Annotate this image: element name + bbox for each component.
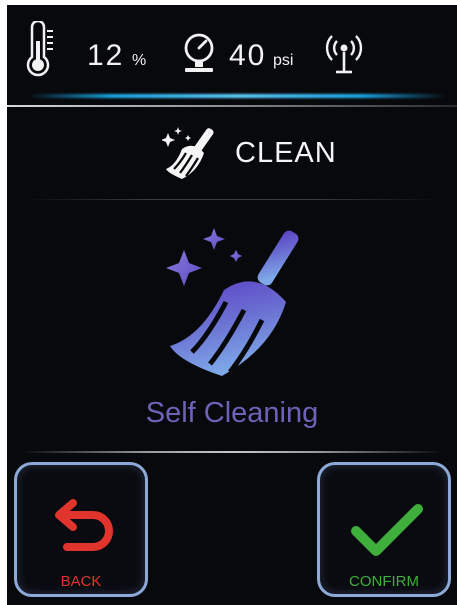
checkmark-icon: [351, 504, 423, 556]
pressure-unit: psi: [273, 52, 294, 69]
confirm-label: CONFIRM: [349, 573, 419, 590]
pressure-value: 40: [229, 39, 267, 72]
self-cleaning-label: Self Cleaning: [145, 397, 319, 429]
footer-divider: [21, 451, 443, 453]
antenna-icon: [325, 35, 363, 74]
title-divider: [21, 199, 443, 200]
broom-sparkle-icon: [162, 127, 214, 179]
humidity-unit: %: [132, 52, 147, 69]
page-header: CLEAN: [7, 115, 457, 195]
humidity-value: 12: [87, 39, 125, 72]
confirm-button[interactable]: CONFIRM: [317, 462, 451, 597]
status-bar: 12 % 40 psi: [7, 5, 457, 98]
back-label: BACK: [60, 573, 102, 590]
device-screen: 12 % 40 psi CLEAN Self Cleaning BACK CON…: [7, 5, 457, 605]
status-divider-glow: [27, 94, 447, 98]
self-cleaning-broom-icon: [166, 228, 299, 376]
page-title: CLEAN: [235, 137, 337, 169]
pressure-gauge-icon: [184, 33, 214, 72]
back-arrow-icon: [55, 499, 113, 551]
thermometer-icon: [26, 21, 53, 77]
status-divider: [7, 105, 457, 107]
back-button[interactable]: BACK: [14, 462, 148, 597]
